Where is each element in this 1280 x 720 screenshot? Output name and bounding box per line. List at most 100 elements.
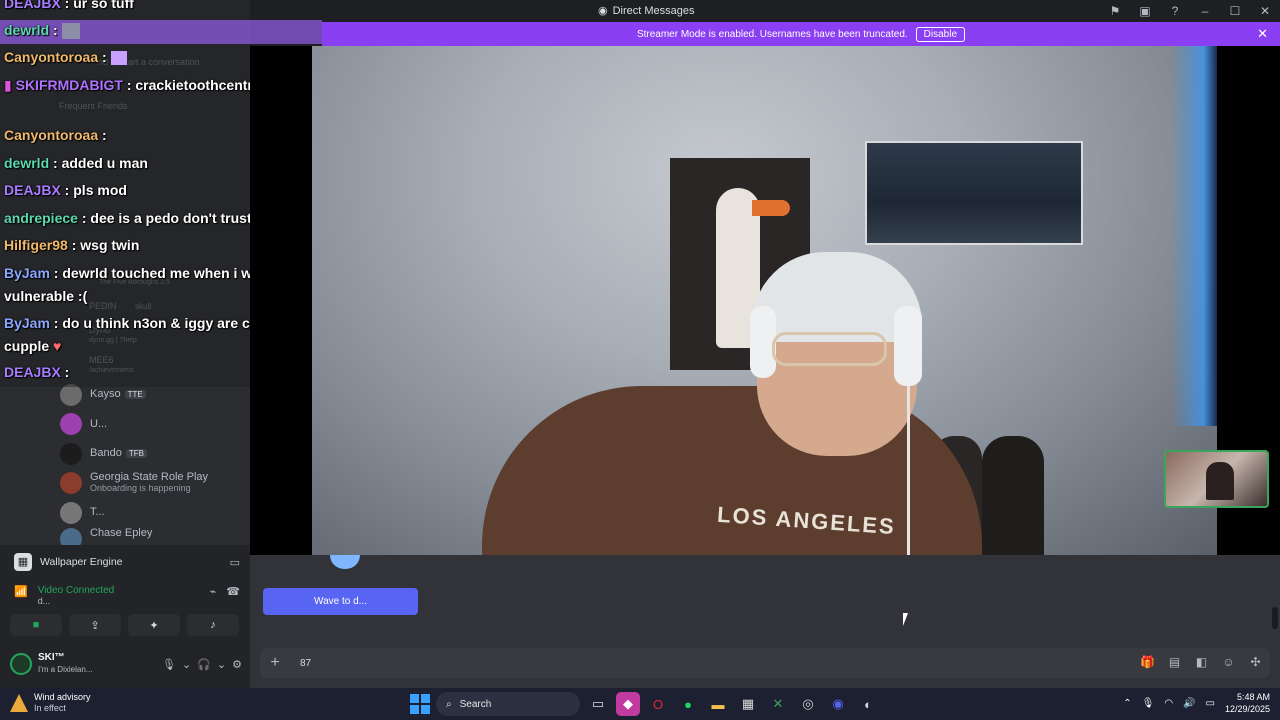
start-button[interactable] [410, 694, 430, 714]
mic-tray-icon[interactable]: 🎙 [1142, 698, 1155, 709]
glasses [772, 332, 887, 366]
close-window-button[interactable]: ✕ [1250, 0, 1280, 22]
activity-name: Wallpaper Engine [40, 556, 123, 568]
message-composer[interactable]: + 87 🎁 ▤ ◧ ☺ ✣ [260, 648, 1270, 678]
avatar [60, 442, 82, 465]
chat-message: dewrld : [4, 22, 80, 40]
system-tray: ⌃ 🎙 ◠ 🔊 ▭ 5:48 AM 12/29/2025 [1123, 691, 1270, 715]
discord-icon: ◉ [598, 5, 608, 17]
video-stream[interactable]: LOS ANGELES [312, 46, 1217, 555]
headset-icon[interactable]: 🎧 [197, 658, 211, 671]
avatar[interactable] [10, 653, 32, 675]
mic-badge-icon: ▮ [4, 77, 12, 93]
activity-row[interactable]: ▦ Wallpaper Engine ▭ [14, 550, 240, 574]
voice-user-panel: ▦ Wallpaper Engine ▭ 📶 Video Connected d… [0, 545, 250, 688]
task-view-icon[interactable]: ▭ [586, 692, 610, 716]
spotify-icon[interactable]: ● [676, 692, 700, 716]
help-icon[interactable]: ? [1160, 0, 1190, 22]
store-icon[interactable]: ▦ [736, 692, 760, 716]
self-video-preview[interactable] [1164, 450, 1269, 508]
camera-button[interactable]: ■ [10, 614, 62, 636]
mic-icon[interactable]: 🎙 [162, 658, 176, 671]
chat-username: Hilfiger98 [4, 237, 68, 253]
emoji-icon[interactable]: ☺ [1220, 654, 1237, 671]
heart-eyes-emoji-icon: ♥ [53, 338, 62, 354]
voice-channel[interactable]: d... [38, 596, 115, 606]
chevron-down-icon[interactable]: ⌄ [182, 658, 191, 671]
avatar [60, 413, 82, 436]
chat-text: pls mod [73, 182, 127, 198]
chat-username: Canyontoroaa [4, 127, 99, 143]
chat-message: Canyontoroaa : [4, 127, 107, 143]
noise-suppression-icon[interactable]: ⌁ [210, 585, 217, 598]
dm-chat-area: Wave to d... + 87 🎁 ▤ ◧ ☺ ✣ [250, 555, 1280, 688]
gear-icon[interactable]: ⚙ [232, 658, 242, 671]
copilot-icon[interactable]: ◆ [616, 692, 640, 716]
wave-button[interactable]: Wave to d... [263, 588, 418, 615]
chat-message: DEAJBX : ur so tuff [4, 0, 134, 11]
dm-item[interactable]: Georgia State Role Play Onboarding is hap… [58, 469, 250, 499]
disable-streamer-mode-button[interactable]: Disable [915, 26, 966, 42]
warning-icon [10, 694, 28, 712]
chat-username: ByJam [4, 265, 50, 281]
steam-alt-icon[interactable]: ◎ [796, 692, 820, 716]
share-screen-button[interactable]: ⇪ [69, 614, 121, 636]
xbox-icon[interactable]: ✕ [766, 692, 790, 716]
volume-icon[interactable]: 🔊 [1183, 698, 1195, 709]
network-icon[interactable]: ◠ [1164, 698, 1173, 709]
sticker-icon[interactable]: ◧ [1193, 654, 1210, 671]
chat-username: dewrld [4, 155, 50, 171]
taskbar-search[interactable]: ⌕ Search [436, 692, 580, 716]
gift-icon[interactable]: 🎁 [1139, 654, 1156, 671]
connection-status[interactable]: Video Connected [38, 585, 115, 596]
inbox-icon[interactable]: ▣ [1130, 0, 1160, 22]
screen-icon[interactable]: ▭ [230, 556, 240, 569]
chevron-up-icon[interactable]: ⌃ [1123, 698, 1131, 709]
dm-item[interactable]: U... [58, 410, 250, 440]
chat-username: Canyontoroaa [4, 49, 99, 65]
headphone-right [894, 306, 922, 386]
file-explorer-icon[interactable]: ▬ [706, 692, 730, 716]
attach-plus-icon[interactable]: + [262, 654, 288, 672]
battery-icon[interactable]: ▭ [1206, 698, 1215, 709]
opera-icon[interactable]: O [646, 692, 670, 716]
mouse-cursor-icon [903, 613, 913, 626]
window-title: ◉ Direct Messages [598, 4, 695, 18]
search-icon: ⌕ [446, 698, 452, 710]
dm-name: Kayso [90, 388, 121, 401]
voice-connection: 📶 Video Connected d... ⌁ ☎ [14, 585, 240, 606]
scrollbar[interactable] [1272, 607, 1278, 629]
chat-message: Canyontoroaa : [4, 49, 127, 66]
skateboard [982, 436, 1044, 555]
flag-icon[interactable]: ⚑ [1100, 0, 1130, 22]
chevron-down-icon[interactable]: ⌄ [217, 658, 226, 671]
chat-username: ByJam [4, 315, 50, 331]
city-poster [865, 141, 1083, 245]
clock[interactable]: 5:48 AM 12/29/2025 [1225, 691, 1270, 715]
signal-icon: 📶 [14, 586, 28, 598]
chat-message: dewrld : added u man [4, 155, 148, 171]
discord-icon[interactable]: ◉ [826, 692, 850, 716]
clan-tag: TTE [124, 390, 146, 400]
maximize-button[interactable]: ☐ [1220, 0, 1250, 22]
dm-item[interactable]: Bando TFB [58, 439, 250, 469]
minimize-button[interactable]: – [1190, 0, 1220, 22]
close-icon[interactable]: ✕ [1257, 26, 1268, 42]
banner-text: Streamer Mode is enabled. Usernames have… [636, 28, 908, 40]
chat-text: wsg twin [80, 237, 140, 253]
dm-name: U... [90, 417, 108, 430]
dm-status: Onboarding is happening [90, 483, 191, 494]
gif-icon[interactable]: ▤ [1166, 654, 1183, 671]
video-left-border [250, 46, 312, 555]
weather-widget[interactable]: Wind advisory In effect [10, 692, 91, 714]
user-name: SKI™ [38, 652, 65, 663]
activities-button[interactable]: ✦ [128, 614, 180, 636]
soundboard-button[interactable]: ♪ [187, 614, 239, 636]
steam-icon[interactable]: ◐ [856, 692, 880, 716]
dm-item[interactable]: T... [58, 498, 250, 528]
disconnect-icon[interactable]: ☎ [226, 585, 240, 598]
apps-icon[interactable]: ✣ [1247, 654, 1264, 671]
led-light [1172, 46, 1217, 426]
voice-controls: ■ ⇪ ✦ ♪ [10, 614, 242, 636]
composer-input[interactable]: 87 [300, 658, 311, 669]
